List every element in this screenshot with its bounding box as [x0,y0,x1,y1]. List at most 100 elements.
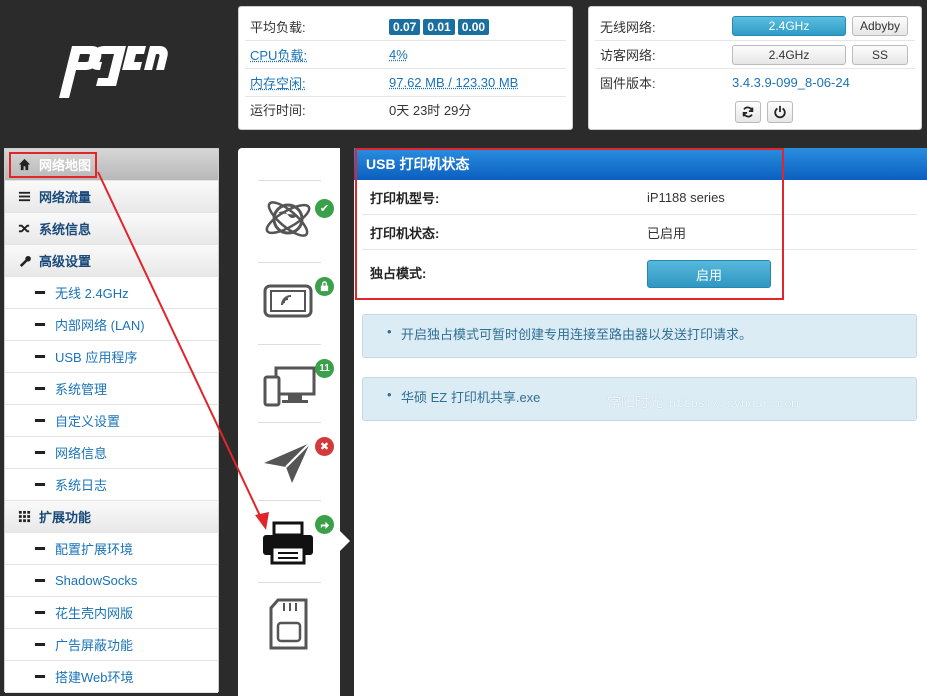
dash-icon [35,483,45,486]
dash-icon [35,547,45,550]
wrench-icon [17,254,31,268]
load-badge-2: 0.01 [423,18,455,35]
sidebar-item-13[interactable]: ShadowSocks [5,565,218,597]
sidebar-item-15[interactable]: 广告屏蔽功能 [5,629,218,661]
mem-value[interactable]: 97.62 MB / 123.30 MB [389,75,518,90]
info-box-exclusive: • 开启独占模式可暂时创建专用连接至路由器以发送打印请求。 [362,314,917,358]
sidebar-item-label: 网络信息 [55,446,108,461]
sidebar-item-0[interactable]: 网络地图 [5,149,218,181]
guest-label: 访客网络: [600,48,656,63]
sidebar-item-label: 系统信息 [39,222,92,237]
cpu-value[interactable]: 4% [389,47,408,62]
dash-icon [35,419,45,422]
internet-slot[interactable]: ✔ [258,180,334,258]
sidebar-item-9[interactable]: 网络信息 [5,437,218,469]
load-badge-1: 0.07 [389,18,421,35]
sidebar-item-7[interactable]: 系统管理 [5,373,218,405]
vpn-slot[interactable]: ✖ [258,422,334,500]
dash-icon [35,291,45,294]
refresh-icon [742,106,754,118]
cpu-label[interactable]: CPU负载: [250,45,307,64]
wireless-label: 无线网络: [600,20,656,35]
firmware-label: 固件版本: [600,76,656,91]
dash-icon [35,387,45,390]
network-status-panel: 无线网络: 2.4GHz Adbyby 访客网络: 2.4GHz SS 固件版本… [588,6,922,130]
wireless-24ghz-button[interactable]: 2.4GHz [732,16,846,36]
sdcard-slot[interactable] [258,582,321,660]
mem-label[interactable]: 内存空闲: [250,73,306,92]
dash-icon [35,643,45,646]
uptime-value: 0天 23时 29分 [389,103,472,118]
sidebar: 网络地图网络流量系统信息高级设置无线 2.4GHz 内部网络 (LAN) USB 应… [4,148,219,693]
sidebar-item-1[interactable]: 网络流量 [5,181,218,213]
traffic-icon [17,190,31,204]
internet-globe-icon [265,201,311,237]
ss-button[interactable]: SS [852,45,908,65]
sidebar-item-10[interactable]: 系统日志 [5,469,218,501]
printer-slot[interactable] [258,500,334,578]
sidebar-item-4[interactable]: 无线 2.4GHz [5,277,218,309]
sidebar-item-label: USB 应用程序 [55,350,138,365]
ez-printer-share-link[interactable]: 华硕 EZ 打印机共享.exe [401,387,540,406]
lock-icon [315,277,334,296]
sidebar-item-label: ShadowSocks [55,573,138,588]
load-badge-3: 0.00 [457,18,490,35]
highlight-network-map [9,152,97,178]
sidebar-item-2[interactable]: 系统信息 [5,213,218,245]
wireless-slot[interactable] [258,262,334,340]
sidebar-item-label: 无线 2.4GHz [55,286,129,301]
dash-icon [35,611,45,614]
vpn-error-icon: ✖ [315,437,334,456]
refresh-button[interactable] [735,101,761,123]
vpn-paperplane-icon [264,442,311,483]
pdcn-logo [59,46,168,98]
load-label: 平均负载: [250,20,306,35]
sidebar-item-5[interactable]: 内部网络 (LAN) [5,309,218,341]
printer-share-icon [315,515,334,534]
adbyby-button[interactable]: Adbyby [852,16,908,36]
info-box-download: • 华硕 EZ 打印机共享.exe 常阳时光 https://cyhour.com [362,377,917,421]
grid-icon [17,510,31,524]
selected-pointer [340,531,350,551]
sidebar-item-6[interactable]: USB 应用程序 [5,341,218,373]
info-exclusive-text: 开启独占模式可暂时创建专用连接至路由器以发送打印请求。 [401,327,753,342]
sidebar-item-16[interactable]: 搭建Web环境 [5,661,218,693]
power-button[interactable] [767,101,793,123]
sidebar-item-label: 扩展功能 [39,510,92,525]
dash-icon [35,355,45,358]
power-icon [774,105,786,119]
sidebar-item-label: 广告屏蔽功能 [55,638,134,653]
sidebar-item-label: 网络流量 [39,190,92,205]
firmware-value[interactable]: 3.4.3.9-099_8-06-24 [732,75,850,90]
sidebar-item-label: 配置扩展环境 [55,542,134,557]
sidebar-item-label: 系统日志 [55,478,108,493]
shuffle-icon [17,222,31,236]
sidebar-item-label: 内部网络 (LAN) [55,318,145,333]
wireless-tablet-icon [263,284,313,318]
sdcard-icon [269,598,308,650]
clients-devices-icon [263,366,316,407]
printer-icon [263,521,313,565]
sidebar-item-3[interactable]: 高级设置 [5,245,218,277]
dash-icon [35,451,45,454]
sidebar-item-14[interactable]: 花生壳内网版 [5,597,218,629]
sidebar-item-label: 高级设置 [39,254,92,269]
sidebar-item-label: 自定义设置 [55,414,121,429]
sidebar-item-label: 系统管理 [55,382,108,397]
uptime-label: 运行时间: [250,103,306,118]
network-map-icon-column: ✔ 11 ✖ [238,148,340,696]
clients-slot[interactable]: 11 [258,344,334,422]
system-status-panel: 平均负载: 0.07 0.01 0.00 CPU负载: 4% 内存空闲: 97.62… [238,6,573,130]
sidebar-item-label: 花生壳内网版 [55,606,134,621]
watermark: 常阳时光 https://cyhour.com [607,394,799,411]
load-values: 0.07 0.01 0.00 [389,18,492,35]
dash-icon [35,675,45,678]
clients-count-badge: 11 [315,359,334,378]
sidebar-item-12[interactable]: 配置扩展环境 [5,533,218,565]
guest-24ghz-button[interactable]: 2.4GHz [732,45,846,65]
internet-ok-icon: ✔ [315,199,334,218]
dash-icon [35,323,45,326]
dash-icon [35,579,45,582]
sidebar-item-11[interactable]: 扩展功能 [5,501,218,533]
sidebar-item-8[interactable]: 自定义设置 [5,405,218,437]
